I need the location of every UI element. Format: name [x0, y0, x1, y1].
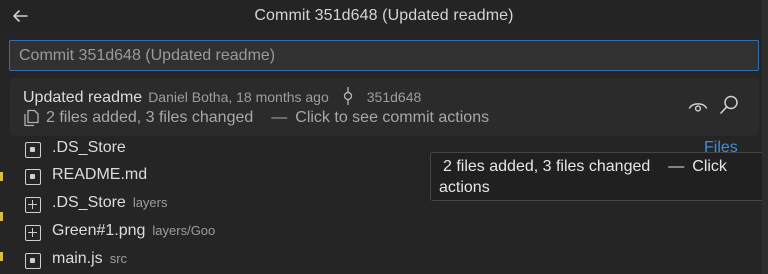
added-file-icon: [25, 225, 41, 241]
git-commit-icon: [341, 87, 355, 105]
commit-actions-hint[interactable]: Click to see commit actions: [295, 109, 489, 127]
file-name-row: .DS_Store: [52, 139, 133, 157]
file-name: Green#1.png: [52, 222, 146, 239]
file-name: README.md: [52, 166, 148, 183]
commit-quick-pick: Commit 351d648 (Updated readme) Updated …: [0, 0, 768, 274]
page-title: Commit 351d648 (Updated readme): [254, 7, 514, 24]
modified-file-icon: [25, 142, 41, 158]
commit-files-summary: 2 files added, 3 files changed: [46, 109, 254, 126]
hover-tooltip: 2 files added, 3 files changed — Click act…: [430, 152, 768, 201]
search-input[interactable]: [9, 40, 759, 71]
file-name-row: main.js src: [52, 250, 127, 268]
window-edge: [762, 0, 768, 274]
commit-header-line: Updated readme Daniel Botha, 18 months a…: [23, 84, 421, 107]
commit-hash: 351d648: [366, 89, 422, 105]
eye-icon: [688, 103, 708, 112]
commit-author-date: Daniel Botha, 18 months ago: [148, 89, 329, 105]
commit-stats-line: 2 files added, 3 files changed — Click t…: [22, 109, 489, 127]
tooltip-dash: —: [668, 158, 685, 175]
added-file-icon: [25, 197, 41, 213]
search-commit-button[interactable]: [717, 93, 741, 117]
title-bar: Commit 351d648 (Updated readme): [0, 0, 768, 32]
arrow-left-icon: [13, 10, 28, 22]
gutter-marker: [0, 252, 3, 261]
file-name: .DS_Store: [52, 194, 126, 211]
file-name-row: Green#1.png layers/Goo: [52, 222, 215, 240]
editor-gutter-markers: [0, 172, 3, 262]
modified-file-icon: [25, 169, 41, 185]
reveal-commit-button[interactable]: [686, 95, 710, 119]
file-name: .DS_Store: [52, 139, 126, 156]
file-name: main.js: [52, 250, 103, 267]
tooltip-line: 2 files added, 3 files changed — Click: [439, 156, 767, 177]
modified-file-icon: [25, 253, 41, 269]
gutter-marker: [0, 212, 3, 221]
file-path: layers/Goo: [152, 223, 216, 238]
tooltip-summary: 2 files added, 3 files changed: [443, 158, 651, 175]
file-path: src: [109, 251, 128, 266]
file-name-row: README.md: [52, 166, 154, 184]
separator-dash: —: [271, 109, 288, 126]
files-icon: [22, 109, 40, 127]
file-path: layers: [132, 195, 168, 210]
gutter-marker: [0, 172, 3, 181]
commit-summary-card[interactable]: Updated readme Daniel Botha, 18 months a…: [10, 78, 759, 136]
file-name-row: .DS_Store layers: [52, 194, 168, 212]
tooltip-actions: actions: [439, 179, 490, 196]
search-icon: [720, 95, 738, 114]
commit-message: Updated readme: [23, 89, 143, 106]
back-button[interactable]: [8, 4, 32, 28]
tooltip-click: Click: [692, 158, 727, 175]
